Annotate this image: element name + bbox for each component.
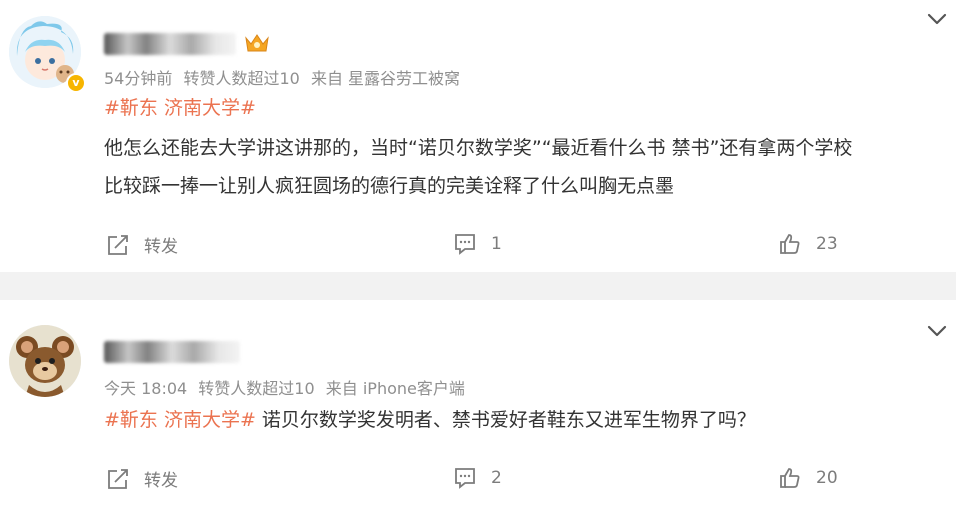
comment-text: 诺贝尔数学奖发明者、禁书爱好者鞋东又进军生物界了吗？	[255, 409, 756, 431]
topic-line: #靳东 济南大学#	[104, 92, 256, 125]
repost-label: 转发	[144, 237, 178, 257]
reposts-note: 转赞人数超过10	[183, 69, 300, 88]
topic-link[interactable]: #靳东 济南大学#	[104, 97, 256, 119]
thumbs-up-icon	[780, 234, 800, 254]
comment-button[interactable]: 2	[453, 466, 502, 490]
like-count: 20	[816, 468, 838, 488]
comment-count: 1	[491, 234, 502, 254]
verified-badge-icon: v	[66, 73, 86, 93]
thumbs-up-icon	[780, 468, 800, 488]
source-label: 来自 iPhone客户端	[325, 379, 465, 398]
reposts-note: 转赞人数超过10	[198, 379, 315, 398]
avatar[interactable]	[9, 325, 81, 397]
comment-meta: 今天 18:04 转赞人数超过10 来自 iPhone客户端	[104, 375, 465, 399]
like-count: 23	[816, 234, 838, 254]
section-divider	[0, 272, 956, 300]
chevron-down-icon[interactable]	[926, 324, 948, 338]
timestamp: 54分钟前	[104, 69, 173, 88]
chevron-down-icon[interactable]	[926, 12, 948, 26]
source-label: 来自 星露谷劳工被窝	[310, 69, 461, 88]
comment-card: v 54分钟前 转赞人数超过10 来自 星露谷劳工被窝 #靳东 济南大学# 他怎…	[0, 0, 956, 272]
comment-count: 2	[491, 468, 502, 488]
comment-text-line: 他怎么还能去大学讲这讲那的，当时“诺贝尔数学奖”“最近看什么书 禁书”还有拿两个…	[104, 137, 853, 159]
comment-icon	[455, 234, 475, 255]
comment-card: 今天 18:04 转赞人数超过10 来自 iPhone客户端 #靳东 济南大学#…	[0, 300, 956, 509]
comment-text-line: 比较踩一捧一让别人疯狂圆场的德行真的完美诠释了什么叫胸无点墨	[104, 175, 675, 197]
crown-badge-icon	[245, 34, 269, 52]
repost-label: 转发	[144, 471, 178, 491]
repost-button[interactable]: 转发	[106, 466, 178, 491]
timestamp: 今天 18:04	[104, 379, 188, 398]
username-blurred[interactable]	[104, 33, 236, 55]
repost-icon	[108, 468, 128, 489]
comment-meta: 54分钟前 转赞人数超过10 来自 星露谷劳工被窝	[104, 65, 460, 89]
comment-text-line: #靳东 济南大学# 诺贝尔数学奖发明者、禁书爱好者鞋东又进军生物界了吗？	[104, 404, 756, 437]
repost-icon	[108, 234, 128, 255]
username-blurred[interactable]	[104, 341, 240, 363]
like-button[interactable]: 20	[778, 466, 838, 490]
comment-icon	[455, 468, 475, 489]
repost-button[interactable]: 转发	[106, 232, 178, 257]
comment-button[interactable]: 1	[453, 232, 502, 256]
topic-link[interactable]: #靳东 济南大学#	[104, 409, 256, 431]
like-button[interactable]: 23	[778, 232, 838, 256]
